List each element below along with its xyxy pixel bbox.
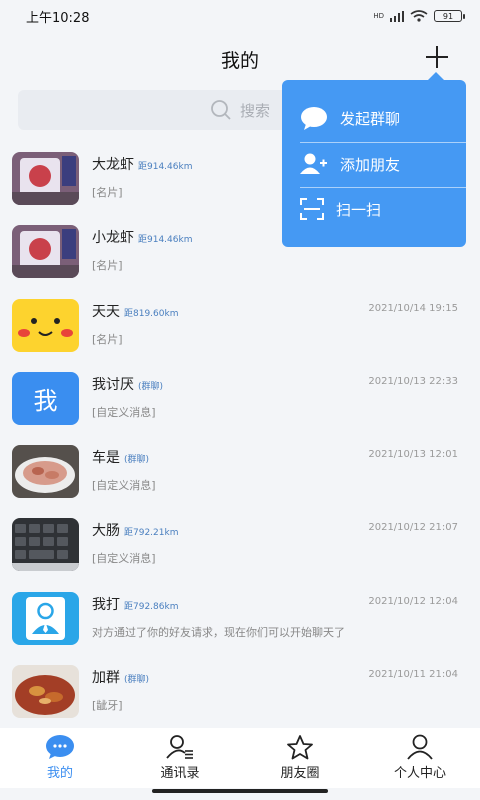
nav-label: 我的 <box>46 766 73 781</box>
chat-message: [名片] <box>92 259 123 273</box>
avatar <box>12 665 79 719</box>
chat-bubble-icon <box>301 107 327 130</box>
avatar: 我 <box>12 371 79 425</box>
nav-label: 个人中心 <box>393 766 446 781</box>
status-bar: 上午10:28 HD 91 <box>0 0 480 32</box>
page-title: 我的 <box>220 49 259 72</box>
chat-tag: 距819.60km <box>124 308 179 319</box>
menu-item-label: 扫一扫 <box>336 200 382 219</box>
hd-label: HD <box>373 11 384 20</box>
chat-name: 我打 <box>92 596 120 613</box>
chat-tag: 距792.21km <box>124 528 179 539</box>
chat-time: 2021/10/14 19:15 <box>368 302 458 314</box>
chat-time: 2021/10/12 12:04 <box>368 595 458 607</box>
status-icons: HD 91 <box>373 10 465 22</box>
avatar <box>12 225 79 279</box>
chat-icon <box>46 735 74 759</box>
chat-time: 2021/10/13 12:01 <box>368 449 458 461</box>
chat-message: 对方通过了你的好友请求，现在你们可以开始聊天了 <box>92 625 345 639</box>
search-placeholder: 搜索 <box>239 101 270 120</box>
avatar-text: 我 <box>33 386 58 415</box>
chat-row[interactable]: 我 我讨厌 (群聊) 2021/10/13 22:33 [自定义消息] <box>0 362 480 435</box>
chat-time: 2021/10/13 22:33 <box>368 375 458 387</box>
menu-item-scan[interactable]: 扫一扫 <box>282 186 466 232</box>
chat-row[interactable]: 我打 距792.86km 2021/10/12 12:04 对方通过了你的好友请… <box>0 582 480 655</box>
menu-item-add-friend[interactable]: 添加朋友 <box>282 141 466 187</box>
search-icon <box>211 100 231 120</box>
tab-moments[interactable]: 朋友圈 <box>240 728 360 788</box>
chat-name: 车是 <box>92 450 120 467</box>
scan-icon <box>300 198 324 220</box>
contacts-icon <box>166 735 193 759</box>
chat-message: [名片] <box>92 332 123 346</box>
person-icon <box>407 734 433 760</box>
chat-tag: (群聊) <box>138 381 164 392</box>
chat-message: [自定义消息] <box>92 405 156 419</box>
header: 我的 <box>0 40 480 78</box>
chat-tag: 距914.46km <box>138 162 193 172</box>
popup-menu: 发起群聊 添加朋友 扫一扫 <box>282 72 466 247</box>
chat-tag: (群聊) <box>124 675 150 686</box>
chat-row[interactable]: 加群 (群聊) 2021/10/11 21:04 [龇牙] <box>0 655 480 728</box>
chat-name: 大肠 <box>92 523 120 540</box>
chat-row[interactable]: 天天 距819.60km 2021/10/14 19:15 [名片] <box>0 289 480 362</box>
chat-name: 大龙虾 <box>92 157 134 173</box>
tab-mine[interactable]: 我的 <box>0 728 120 788</box>
bottom-nav: 我的 通讯录 朋友圈 个人中心 <box>0 728 480 788</box>
chat-name: 加群 <box>92 670 120 687</box>
menu-item-label: 添加朋友 <box>340 155 401 174</box>
avatar <box>12 298 79 352</box>
nav-label: 朋友圈 <box>280 766 320 781</box>
wifi-icon <box>410 10 428 22</box>
chat-message: [龇牙] <box>92 699 123 713</box>
home-indicator <box>152 789 328 793</box>
battery-icon: 91 <box>434 10 465 22</box>
avatar <box>12 518 79 572</box>
star-icon <box>287 735 313 760</box>
chat-message: [自定义消息] <box>92 479 156 493</box>
chat-tag: 距914.46km <box>138 235 193 246</box>
chat-name: 我讨厌 <box>92 376 134 393</box>
menu-item-label: 发起群聊 <box>340 109 401 128</box>
avatar <box>12 591 79 645</box>
avatar <box>12 152 79 205</box>
menu-item-start-group-chat[interactable]: 发起群聊 <box>282 95 466 141</box>
add-person-icon <box>300 153 327 174</box>
chat-name: 小龙虾 <box>92 230 134 247</box>
chat-name: 天天 <box>92 303 120 320</box>
chat-tag: (群聊) <box>124 455 150 466</box>
plus-button[interactable] <box>424 44 450 70</box>
tab-profile[interactable]: 个人中心 <box>360 728 480 788</box>
tab-contacts[interactable]: 通讯录 <box>120 728 240 788</box>
chat-row[interactable]: 大肠 距792.21km 2021/10/12 21:07 [自定义消息] <box>0 508 480 581</box>
signal-icon <box>390 10 404 22</box>
status-time: 上午10:28 <box>26 10 90 26</box>
avatar <box>12 445 79 499</box>
chat-message: [自定义消息] <box>92 552 156 566</box>
chat-tag: 距792.86km <box>124 601 179 612</box>
nav-label: 通讯录 <box>160 766 200 781</box>
chat-time: 2021/10/12 21:07 <box>368 522 458 534</box>
chat-row[interactable]: 车是 (群聊) 2021/10/13 12:01 [自定义消息] <box>0 435 480 508</box>
chat-time: 2021/10/11 21:04 <box>368 669 458 681</box>
